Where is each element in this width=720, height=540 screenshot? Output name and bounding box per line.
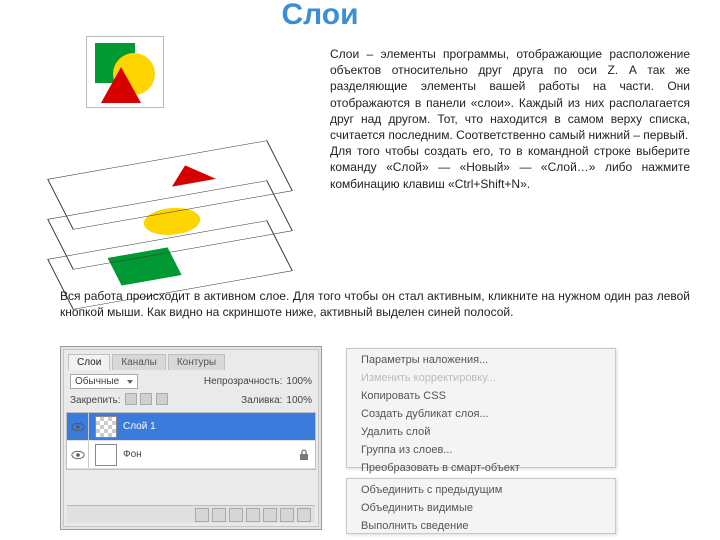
- opacity-value: 100%: [286, 376, 312, 387]
- layer-list: Слой 1 Фон: [66, 412, 316, 470]
- tab-layers[interactable]: Слои: [68, 354, 110, 370]
- layers-panel: Слои Каналы Контуры Обычные Непрозрачнос…: [60, 346, 322, 530]
- layers-stack-illustration: [60, 130, 310, 290]
- page-title: Слои: [280, 0, 360, 30]
- layer-row[interactable]: Слой 1: [67, 413, 315, 441]
- mask-icon[interactable]: [229, 508, 243, 522]
- intro-paragraph: Слои – элементы программы, отображающие …: [330, 46, 690, 192]
- visibility-toggle[interactable]: [67, 413, 89, 440]
- fill-value: 100%: [286, 395, 312, 406]
- panel-tabs: Слои Каналы Контуры: [68, 354, 314, 370]
- trash-icon[interactable]: [297, 508, 311, 522]
- opacity-control[interactable]: Непрозрачность: 100%: [204, 376, 312, 387]
- menu-item-flatten-image[interactable]: Выполнить сведение: [347, 517, 615, 535]
- layer-row[interactable]: Фон: [67, 441, 315, 469]
- layer-context-menu-top: Параметры наложения... Изменить корректи…: [346, 348, 616, 468]
- active-layer-paragraph: Вся работа происходит в активном слое. Д…: [60, 288, 690, 320]
- lock-icons-group: [125, 393, 170, 408]
- lock-position-icon[interactable]: [140, 393, 152, 405]
- lock-icon: [299, 449, 309, 461]
- panel-footer: [67, 505, 315, 523]
- adjustment-icon[interactable]: [246, 508, 260, 522]
- layer-thumbnail: [95, 444, 117, 466]
- menu-item-delete-layer[interactable]: Удалить слой: [347, 423, 615, 441]
- red-triangle-icon: [101, 67, 141, 103]
- opacity-label: Непрозрачность:: [204, 376, 283, 387]
- lock-label: Закрепить:: [70, 395, 121, 406]
- lock-pixels-icon[interactable]: [125, 393, 137, 405]
- tab-channels[interactable]: Каналы: [112, 354, 166, 370]
- group-icon[interactable]: [263, 508, 277, 522]
- tab-paths[interactable]: Контуры: [168, 354, 225, 370]
- menu-item-convert-smart-object[interactable]: Преобразовать в смарт-объект: [347, 459, 615, 477]
- menu-item-copy-css[interactable]: Копировать CSS: [347, 387, 615, 405]
- menu-item-merge-visible[interactable]: Объединить видимые: [347, 499, 615, 517]
- lock-all-icon[interactable]: [156, 393, 168, 405]
- fx-icon[interactable]: [212, 508, 226, 522]
- blend-mode-select[interactable]: Обычные: [70, 374, 138, 389]
- menu-item-merge-down[interactable]: Объединить с предыдущим: [347, 481, 615, 499]
- layer-name: Слой 1: [123, 421, 156, 432]
- layer-context-menu-bottom: Объединить с предыдущим Объединить видим…: [346, 478, 616, 534]
- eye-icon: [71, 422, 85, 432]
- fill-label: Заливка:: [241, 395, 282, 406]
- link-layers-icon[interactable]: [195, 508, 209, 522]
- red-triangle-icon: [163, 161, 216, 186]
- layer-name: Фон: [123, 449, 142, 460]
- new-layer-icon[interactable]: [280, 508, 294, 522]
- layer-thumbnail: [95, 416, 117, 438]
- menu-item-group-from-layers[interactable]: Группа из слоев...: [347, 441, 615, 459]
- menu-item-edit-adjustment: Изменить корректировку...: [347, 369, 615, 387]
- eye-icon: [71, 450, 85, 460]
- menu-item-duplicate-layer[interactable]: Создать дубликат слоя...: [347, 405, 615, 423]
- menu-item-blending-options[interactable]: Параметры наложения...: [347, 351, 615, 369]
- shapes-composite: [86, 36, 164, 108]
- visibility-toggle[interactable]: [67, 441, 89, 468]
